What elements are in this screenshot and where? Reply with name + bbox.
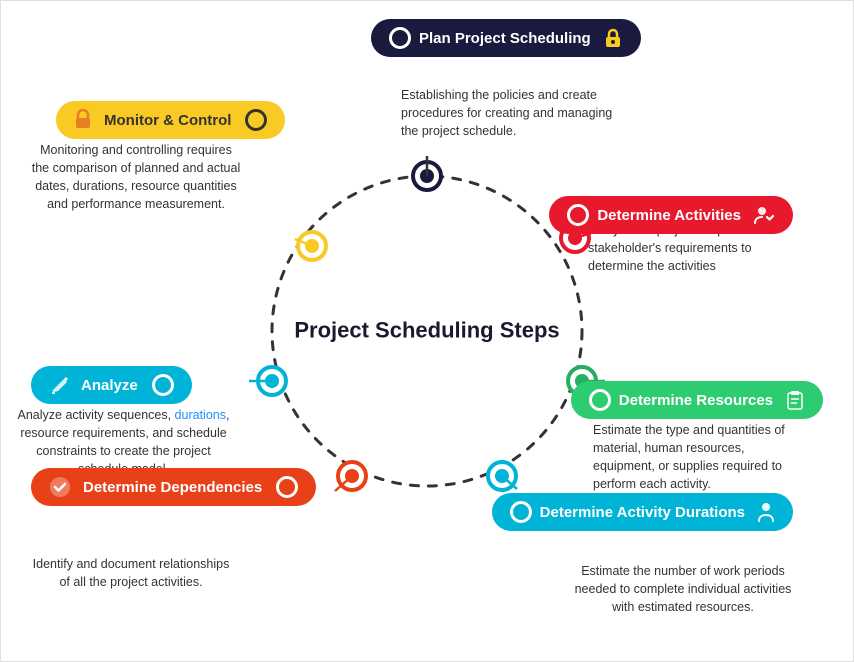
pill-analyze-circle (152, 374, 174, 396)
pencil-icon (49, 374, 71, 396)
desc-durations: Estimate the number of work periods need… (568, 562, 798, 616)
pill-resources: Determine Resources (571, 381, 823, 419)
pill-analyze-label: Analyze (81, 377, 138, 394)
pill-plan: Plan Project Scheduling (371, 19, 641, 57)
desc-monitor-text: Monitoring and controlling requires the … (32, 143, 240, 211)
lock-icon (603, 27, 623, 49)
desc-analyze-text: Analyze activity sequences, durations, r… (18, 408, 230, 476)
pill-durations: Determine Activity Durations (492, 493, 793, 531)
pill-dependencies-label: Determine Dependencies (83, 479, 262, 496)
clipboard-icon (785, 389, 805, 411)
pill-dependencies: Determine Dependencies (31, 468, 316, 506)
pill-activities-label: Determine Activities (597, 207, 741, 224)
desc-resources: Estimate the type and quantities of mate… (593, 421, 808, 494)
pill-dependencies-circle (276, 476, 298, 498)
pill-plan-circle (389, 27, 411, 49)
desc-plan: Establishing the policies and create pro… (401, 86, 621, 140)
desc-plan-text: Establishing the policies and create pro… (401, 88, 612, 138)
pill-activities-circle (567, 204, 589, 226)
lock-yellow-icon (74, 109, 92, 131)
pill-monitor-label: Monitor & Control (104, 112, 231, 129)
desc-resources-text: Estimate the type and quantities of mate… (593, 423, 785, 491)
pill-durations-label: Determine Activity Durations (540, 504, 745, 521)
diagram-container: Project Scheduling Steps Plan Project Sc… (0, 0, 854, 662)
pill-analyze: Analyze (31, 366, 192, 404)
desc-monitor: Monitoring and controlling requires the … (31, 141, 241, 214)
pill-resources-label: Determine Resources (619, 392, 773, 409)
desc-dependencies: Identify and document relationships of a… (26, 555, 236, 591)
pill-durations-circle (510, 501, 532, 523)
pill-monitor: Monitor & Control (56, 101, 285, 139)
pill-resources-circle (589, 389, 611, 411)
pill-activities: Determine Activities (549, 196, 793, 234)
pill-plan-label: Plan Project Scheduling (419, 30, 591, 47)
checkmark-icon (49, 476, 71, 498)
desc-dependencies-text: Identify and document relationships of a… (33, 557, 230, 589)
person-icon (757, 501, 775, 523)
pill-monitor-circle (245, 109, 267, 131)
desc-durations-text: Estimate the number of work periods need… (575, 564, 792, 614)
person-check-icon (753, 204, 775, 226)
